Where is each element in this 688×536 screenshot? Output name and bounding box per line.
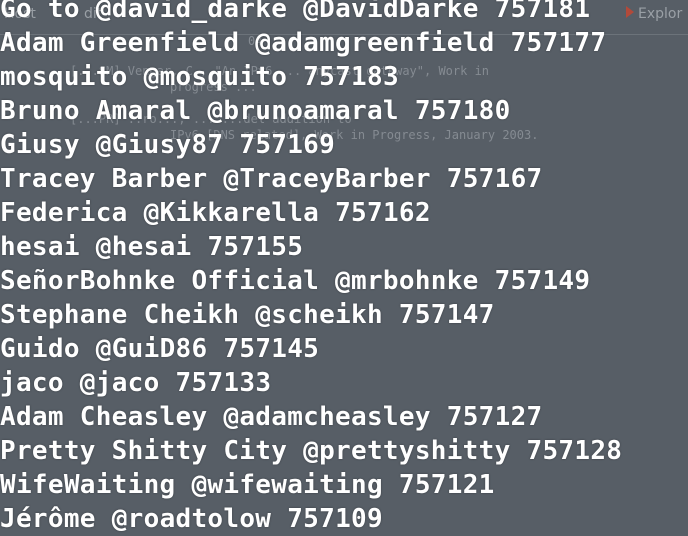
user-id: 757128 <box>526 436 623 466</box>
user-id: 757155 <box>207 232 304 262</box>
user-handle: @adamcheasley <box>223 402 431 432</box>
user-name: Tracey Barber <box>0 164 208 194</box>
user-handle: @mosquito <box>143 62 288 92</box>
user-name: SeñorBohnke Official <box>0 266 320 296</box>
user-name: Bruno Amaral <box>0 96 192 126</box>
user-list-item[interactable]: jaco @jaco 757133 <box>0 366 688 400</box>
user-name: Adam Cheasley <box>0 402 208 432</box>
user-name: Pretty Shitty City <box>0 436 288 466</box>
user-list-item[interactable]: WifeWaiting @wifewaiting 757121 <box>0 468 688 502</box>
user-id: 757180 <box>414 96 511 126</box>
user-list-item[interactable]: Pretty Shitty City @prettyshitty 757128 <box>0 434 688 468</box>
user-name: Stephane Cheikh <box>0 300 240 330</box>
user-name: hesai <box>0 232 80 262</box>
user-handle: @jaco <box>79 368 160 398</box>
user-handle: @prettyshitty <box>303 436 511 466</box>
user-name: mosquito <box>0 62 128 92</box>
user-name: Adam Greenfield <box>0 28 240 58</box>
user-id: 757183 <box>303 62 399 92</box>
user-list-item[interactable]: mosquito @mosquito 757183 <box>0 60 688 94</box>
user-name: Federica <box>0 198 128 228</box>
user-handle: @scheikh <box>255 300 383 330</box>
user-id: 757149 <box>494 266 591 296</box>
user-name: Giusy <box>0 130 80 160</box>
user-id: 757169 <box>239 130 336 160</box>
user-handle: @Giusy87 <box>95 130 224 160</box>
user-list-item[interactable]: Go to @david_darke @DavidDarke 757181 <box>0 0 688 26</box>
user-list-item[interactable]: Federica @Kikkarella 757162 <box>0 196 688 230</box>
user-list-item[interactable]: Giusy @Giusy87 757169 <box>0 128 688 162</box>
user-handle: @adamgreenfield <box>255 28 495 58</box>
user-handle: @brunoamaral <box>207 96 399 126</box>
user-id: 757167 <box>446 164 543 194</box>
user-list-item[interactable]: Stephane Cheikh @scheikh 757147 <box>0 298 688 332</box>
user-id: 757145 <box>223 334 320 364</box>
user-list-overlay: Go to @david_darke @DavidDarke 757181 Adam … <box>0 0 688 536</box>
user-id: 757133 <box>175 368 272 398</box>
user-handle: @david_darke <box>95 0 288 24</box>
user-handle: @TraceyBarber <box>223 164 431 194</box>
user-handle: @GuiD86 <box>95 334 208 364</box>
user-handle: @mrbohnke <box>335 266 479 296</box>
user-list-item[interactable]: Adam Cheasley @adamcheasley 757127 <box>0 400 688 434</box>
user-name: Go to <box>0 0 80 24</box>
user-name: Jérôme <box>0 504 96 534</box>
user-handle: @Kikkarella <box>143 198 320 228</box>
user-name: jaco <box>0 368 64 398</box>
user-list-item[interactable]: SeñorBohnke Official @mrbohnke 757149 <box>0 264 688 298</box>
user-id: 757127 <box>446 402 543 432</box>
user-name: Guido <box>0 334 80 364</box>
user-handle: @wifewaiting <box>191 470 383 500</box>
user-handle: @roadtolow <box>111 504 272 534</box>
user-name: WifeWaiting <box>0 470 176 500</box>
user-list-item[interactable]: Jérôme @roadtolow 757109 <box>0 502 688 536</box>
user-list-item[interactable]: Guido @GuiD86 757145 <box>0 332 688 366</box>
user-extra: @DavidDarke 757181 <box>303 0 591 24</box>
user-list-item[interactable]: Adam Greenfield @adamgreenfield 757177 <box>0 26 688 60</box>
user-list-item[interactable]: hesai @hesai 757155 <box>0 230 688 264</box>
user-list-item[interactable]: Tracey Barber @TraceyBarber 757167 <box>0 162 688 196</box>
user-id: 757162 <box>335 198 431 228</box>
user-id: 757109 <box>287 504 383 534</box>
user-list-item[interactable]: Bruno Amaral @brunoamaral 757180 <box>0 94 688 128</box>
user-id: 757147 <box>398 300 495 330</box>
user-handle: @hesai <box>95 232 192 262</box>
user-id: 757121 <box>398 470 495 500</box>
user-id: 757177 <box>510 28 607 58</box>
